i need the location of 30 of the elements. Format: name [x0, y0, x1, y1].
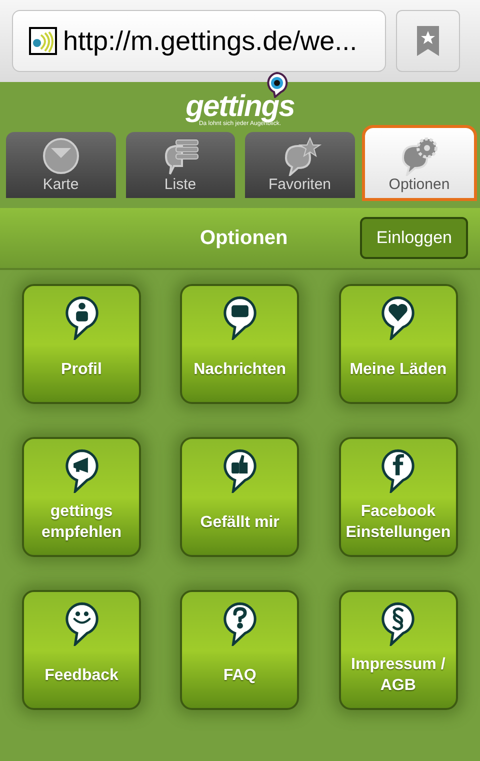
question-mark-icon [222, 602, 257, 646]
paragraph-icon [381, 602, 416, 646]
facebook-icon [381, 449, 416, 493]
bookmark-button[interactable] [396, 10, 460, 72]
person-icon [64, 296, 98, 340]
url-text: http://m.gettings.de/we... [63, 24, 358, 58]
site-icon [29, 27, 57, 55]
url-field[interactable]: http://m.gettings.de/we... [12, 10, 386, 72]
logo-text: gettings [186, 94, 294, 120]
header-title: Optionen [200, 226, 288, 251]
tab[interactable]: Karte [6, 132, 116, 198]
option-tile[interactable]: Impressum / AGB [338, 590, 458, 710]
thumbs-up-icon [222, 449, 257, 493]
option-tile[interactable]: Profil [22, 284, 141, 404]
smiley-icon [64, 602, 98, 646]
bookmark-star-icon [417, 26, 439, 56]
heart-icon [381, 296, 416, 340]
tab[interactable]: Optionen [364, 128, 474, 198]
login-button[interactable]: Einloggen [360, 217, 468, 259]
message-icon [222, 296, 257, 340]
tab[interactable]: Favoriten [245, 132, 354, 198]
option-tile[interactable]: Nachrichten [180, 284, 300, 404]
tab[interactable]: Liste [126, 132, 235, 198]
option-tile[interactable]: Facebook Einstellungen [338, 437, 458, 557]
option-tile[interactable]: Meine Läden [338, 284, 458, 404]
option-tile[interactable]: gettings empfehlen [22, 437, 141, 557]
option-tile[interactable]: FAQ [180, 590, 300, 710]
option-tile[interactable]: Gefällt mir [180, 437, 300, 557]
option-tile[interactable]: Feedback [22, 590, 141, 710]
megaphone-icon [64, 449, 98, 493]
